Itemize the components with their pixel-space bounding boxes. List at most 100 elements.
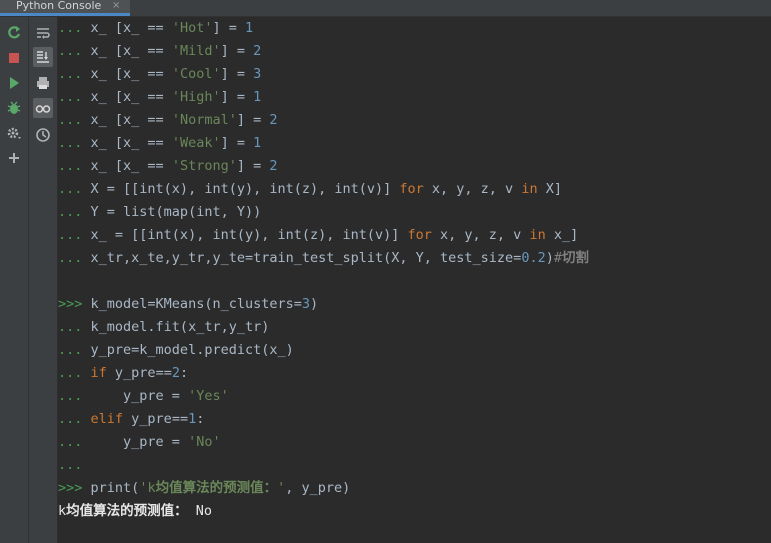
console-input-line: ... X = [[int(x), int(y), int(z), int(v)… (58, 178, 562, 201)
console-prompt: ... (58, 158, 83, 174)
console-prompt: ... (58, 434, 83, 450)
console-prompt: ... (58, 181, 83, 197)
code-token: x_ [x_ == (90, 89, 172, 105)
code-token: y_pre = (90, 434, 189, 450)
console-input-line: ... x_ [x_ == 'High'] = 1 (58, 86, 261, 109)
code-token: ) (310, 296, 319, 312)
code-token: , y_pre) (285, 480, 351, 496)
code-token: ] = (236, 158, 270, 174)
console-input-line: ... y_pre = 'Yes' (58, 385, 229, 408)
console-toolbar-right (29, 17, 58, 543)
code-token: 'Cool' (171, 66, 221, 82)
code-token: y_pre = (90, 388, 189, 404)
console-input-line: ... x_ [x_ == 'Strong'] = 2 (58, 155, 278, 178)
code-token: x, y, z, v (423, 181, 522, 197)
code-token: x, y, z, v (431, 227, 530, 243)
code-token: x_ [x_ == (90, 66, 172, 82)
code-token: ] = (236, 112, 270, 128)
console-input-line: ... y_pre=k_model.predict(x_) (58, 339, 294, 362)
scroll-to-end-icon[interactable] (33, 47, 53, 67)
tab-python-console[interactable]: Python Console × (0, 0, 130, 16)
code-token: ' (277, 480, 286, 496)
code-token: 3 (253, 66, 262, 82)
code-token: 'Hot' (171, 20, 213, 36)
code-token: ] = (220, 66, 254, 82)
console-prompt: >>> (58, 480, 83, 496)
console-input-line: ... x_ = [[int(x), int(y), int(z), int(v… (58, 224, 578, 247)
code-token: 'No' (188, 434, 221, 450)
code-token: x_ [x_ == (90, 135, 172, 151)
console-input-line: ... k_model.fit(x_tr,y_tr) (58, 316, 269, 339)
console-prompt: ... (58, 227, 83, 243)
code-token: 3 (301, 296, 310, 312)
code-token: 'Normal' (171, 112, 237, 128)
code-token: ] = (220, 135, 254, 151)
code-token: 'Weak' (171, 135, 221, 151)
console-output-line: k均值算法的预测值： No (58, 500, 212, 523)
code-token: : (179, 365, 189, 381)
code-token: X] (537, 181, 562, 197)
code-token: 0.2 (521, 250, 546, 266)
console-input-line: >>> k_model=KMeans(n_clusters=3) (58, 293, 318, 316)
console-input-line: ... x_ [x_ == 'Normal'] = 2 (58, 109, 278, 132)
code-token: ) (545, 250, 554, 266)
console-prompt: ... (58, 20, 83, 36)
code-token: 切割 (561, 250, 589, 266)
code-token: ] = (212, 20, 245, 36)
code-token: x_] (545, 227, 579, 243)
console-prompt: ... (58, 112, 83, 128)
console-input-line: ... if y_pre==2: (58, 362, 188, 385)
console-prompt: ... (58, 319, 83, 335)
code-token: in (529, 227, 546, 243)
code-token: 2 (269, 158, 278, 174)
code-token: ] = (220, 89, 254, 105)
show-variables-icon[interactable] (33, 98, 53, 118)
code-token: k (58, 503, 67, 519)
code-token: 均值算法的预测值： (66, 503, 188, 519)
code-token: 'High' (171, 89, 221, 105)
debug-icon[interactable] (4, 98, 24, 118)
settings-icon[interactable] (4, 123, 24, 143)
code-token: k_model.fit(x_tr,y_tr) (90, 319, 270, 335)
code-token: x_ [x_ == (90, 158, 172, 174)
console-prompt: ... (58, 342, 83, 358)
code-token: y_pre== (106, 365, 172, 381)
console-input-line: ... (58, 454, 82, 477)
code-token: 均值算法的预测值： (155, 480, 278, 496)
console-prompt: ... (58, 250, 83, 266)
code-token: 'Strong' (171, 158, 237, 174)
console-input-line: ... elif y_pre==1: (58, 408, 204, 431)
code-token: 1 (244, 20, 254, 36)
console-prompt: >>> (58, 296, 83, 312)
code-token: y_pre=k_model.predict(x_) (90, 342, 294, 358)
code-token: if (90, 365, 107, 381)
code-token: for (399, 181, 424, 197)
close-icon[interactable]: × (112, 0, 120, 12)
console-prompt: ... (58, 135, 83, 151)
code-token: : (196, 411, 205, 427)
history-icon[interactable] (33, 125, 53, 145)
code-token: 'Mild' (171, 43, 221, 59)
run-icon[interactable] (4, 73, 24, 93)
console-prompt: ... (58, 388, 83, 404)
soft-wrap-icon[interactable] (33, 23, 53, 43)
code-token: 1 (188, 411, 197, 427)
add-icon[interactable] (4, 148, 24, 168)
code-token: for (407, 227, 432, 243)
code-token: 1 (253, 89, 262, 105)
console-prompt: ... (58, 365, 83, 381)
code-token: x_ [x_ == (90, 20, 172, 36)
print-icon[interactable] (33, 73, 53, 93)
code-token: x_tr,x_te,y_tr,y_te=train_test_split(X, … (90, 250, 522, 266)
code-token: in (521, 181, 538, 197)
code-token: # (553, 250, 562, 266)
console-prompt: ... (58, 204, 83, 220)
code-token: x_ = [[int(x), int(y), int(z), int(v)] (90, 227, 408, 243)
console-prompt: ... (58, 66, 83, 82)
console-output[interactable]: ... x_ [x_ == 'Hot'] = 1... x_ [x_ == 'M… (58, 17, 771, 543)
code-token: 1 (253, 135, 262, 151)
stop-icon[interactable] (4, 48, 24, 68)
console-input-line: ... x_ [x_ == 'Mild'] = 2 (58, 40, 261, 63)
rerun-icon[interactable] (4, 23, 24, 43)
tab-title: Python Console (16, 0, 102, 12)
